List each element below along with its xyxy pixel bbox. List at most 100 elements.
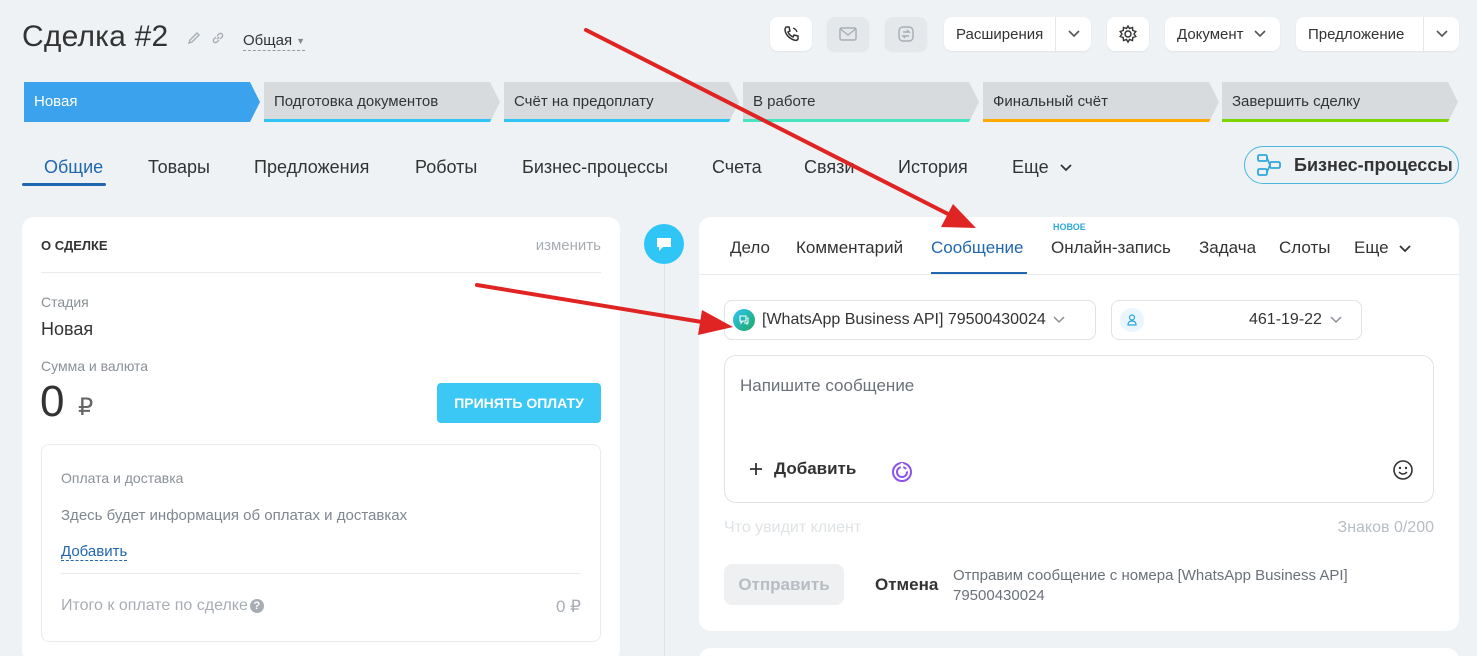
client-hint: Что увидит клиент xyxy=(724,519,862,536)
card-heading: О СДЕЛКЕ xyxy=(41,238,108,253)
settings-button[interactable] xyxy=(1107,17,1149,51)
sum-field-label: Сумма и валюта xyxy=(41,358,149,374)
char-counter: Знаков 0/200 xyxy=(1337,519,1434,536)
accept-payment-button[interactable]: ПРИНЯТЬ ОПЛАТУ xyxy=(437,383,601,423)
stage-item[interactable]: Подготовка документов xyxy=(264,82,500,122)
chevron-down-icon xyxy=(1053,316,1065,324)
chevron-down-icon[interactable] xyxy=(1423,17,1459,51)
gear-icon xyxy=(1119,24,1137,44)
payment-block: Оплата и доставка Здесь будет информация… xyxy=(41,444,601,642)
divider xyxy=(61,573,581,574)
stage-item[interactable]: Новая xyxy=(24,82,260,122)
stage-label: Новая xyxy=(34,93,78,110)
proposal-dropdown[interactable]: Предложение xyxy=(1296,17,1459,51)
caret-down-icon: ▼ xyxy=(296,36,305,47)
link-icon[interactable] xyxy=(210,30,226,46)
channel-label: [WhatsApp Business API] 79500430024 xyxy=(762,311,1046,328)
business-processes-button[interactable]: Бизнес-процессы xyxy=(1244,146,1459,184)
tab-history[interactable]: История xyxy=(898,157,968,178)
message-input[interactable]: Напишите сообщение xyxy=(740,376,914,396)
tab-proposals[interactable]: Предложения xyxy=(254,157,369,178)
category-dropdown[interactable]: Общая ▼ xyxy=(243,32,305,51)
channel-select[interactable]: [WhatsApp Business API] 79500430024 xyxy=(724,300,1096,340)
chat-bubble-icon xyxy=(644,224,684,264)
category-label: Общая xyxy=(243,32,293,49)
send-button[interactable]: Отправить xyxy=(724,564,844,605)
stage-label: Подготовка документов xyxy=(274,93,439,110)
convert-button[interactable] xyxy=(885,17,927,51)
convert-icon xyxy=(898,26,914,42)
tab-products[interactable]: Товары xyxy=(148,157,210,178)
workflow-icon xyxy=(1257,154,1281,176)
about-card: О СДЕЛКЕ изменить Стадия Новая Сумма и в… xyxy=(22,217,620,656)
next-card xyxy=(699,648,1459,656)
payment-info: Здесь будет информация об оплатах и дост… xyxy=(61,507,408,524)
tab-more[interactable]: Еще xyxy=(1012,157,1072,178)
email-button[interactable] xyxy=(827,17,869,51)
send-note: Отправим сообщение с номера [WhatsApp Bu… xyxy=(953,567,1348,604)
proposal-label: Предложение xyxy=(1308,25,1405,43)
currency-symbol: ₽ xyxy=(78,394,94,421)
payment-title: Оплата и доставка xyxy=(61,470,184,486)
person-icon xyxy=(1120,308,1144,332)
stage-item[interactable]: Счёт на предоплату xyxy=(504,82,739,122)
payment-add-link[interactable]: Добавить xyxy=(61,543,128,561)
phone-icon xyxy=(784,26,799,42)
stage-label: Завершить сделку xyxy=(1232,93,1361,110)
extensions-label: Расширения xyxy=(956,25,1044,43)
arrow-to-message-tab xyxy=(584,28,976,228)
activity-tab-more[interactable]: Еще xyxy=(1354,238,1411,258)
contact-select[interactable]: 461-19-22 xyxy=(1111,300,1362,340)
cancel-button[interactable]: Отмена xyxy=(875,575,938,595)
stage-label: В работе xyxy=(753,93,816,110)
active-tab-underline xyxy=(931,272,1027,274)
stage-item[interactable]: Завершить сделку xyxy=(1222,82,1458,122)
add-attachment-button[interactable]: Добавить xyxy=(749,459,856,479)
sum-value: 0 xyxy=(40,377,65,426)
chevron-down-icon xyxy=(1253,30,1266,38)
activity-tab-message[interactable]: Сообщение xyxy=(931,238,1024,258)
stage-label: Счёт на предоплату xyxy=(514,93,654,110)
page-title: Сделка #2 xyxy=(22,20,169,53)
total-label: Итого к оплате по сделке? xyxy=(61,597,264,615)
activity-tab-comment[interactable]: Комментарий xyxy=(796,238,903,258)
tab-robots[interactable]: Роботы xyxy=(415,157,477,178)
extensions-dropdown[interactable]: Расширения xyxy=(944,17,1091,51)
activity-tab-task[interactable]: Дело xyxy=(730,238,770,258)
stage-field-value: Новая xyxy=(41,319,94,339)
document-label: Документ xyxy=(1177,25,1244,43)
call-button[interactable] xyxy=(770,17,812,51)
document-dropdown[interactable]: Документ xyxy=(1165,17,1280,51)
bp-button-label: Бизнес-процессы xyxy=(1294,154,1453,175)
tab-more-label: Еще xyxy=(1012,157,1049,177)
stage-item[interactable]: Финальный счёт xyxy=(983,82,1219,122)
activity-tab-slots[interactable]: Слоты xyxy=(1279,238,1330,258)
chevron-down-icon xyxy=(1060,164,1072,172)
tab-relations[interactable]: Связи xyxy=(804,157,854,178)
tab-invoices[interactable]: Счета xyxy=(712,157,762,178)
smile-icon[interactable] xyxy=(1392,459,1414,486)
message-input-box[interactable]: Напишите сообщение Добавить xyxy=(724,355,1434,503)
copilot-icon[interactable] xyxy=(890,460,914,489)
chevron-down-icon xyxy=(1330,316,1342,324)
stage-item[interactable]: В работе xyxy=(743,82,979,122)
new-badge: НОВОЕ xyxy=(1053,222,1086,232)
help-icon[interactable]: ? xyxy=(249,599,264,613)
tab-general[interactable]: Общие xyxy=(44,157,103,178)
activity-tab-todo[interactable]: Задача xyxy=(1199,238,1256,258)
divider xyxy=(699,274,1459,275)
total-value: 0 ₽ xyxy=(556,597,581,616)
envelope-icon xyxy=(839,27,857,41)
activity-tab-more-label: Еще xyxy=(1354,238,1389,257)
chevron-down-icon[interactable] xyxy=(1055,17,1091,51)
divider xyxy=(41,272,601,273)
stage-label: Финальный счёт xyxy=(993,93,1108,110)
timeline-line xyxy=(664,262,665,656)
edit-link[interactable]: изменить xyxy=(536,237,601,254)
tab-business-processes[interactable]: Бизнес-процессы xyxy=(522,157,668,178)
contact-phone: 461-19-22 xyxy=(1249,311,1322,328)
total-label-text: Итого к оплате по сделке xyxy=(61,597,248,614)
activity-tab-booking[interactable]: Онлайн-запись xyxy=(1051,238,1171,258)
edit-pencil-icon[interactable] xyxy=(186,30,202,46)
add-label: Добавить xyxy=(774,459,857,478)
